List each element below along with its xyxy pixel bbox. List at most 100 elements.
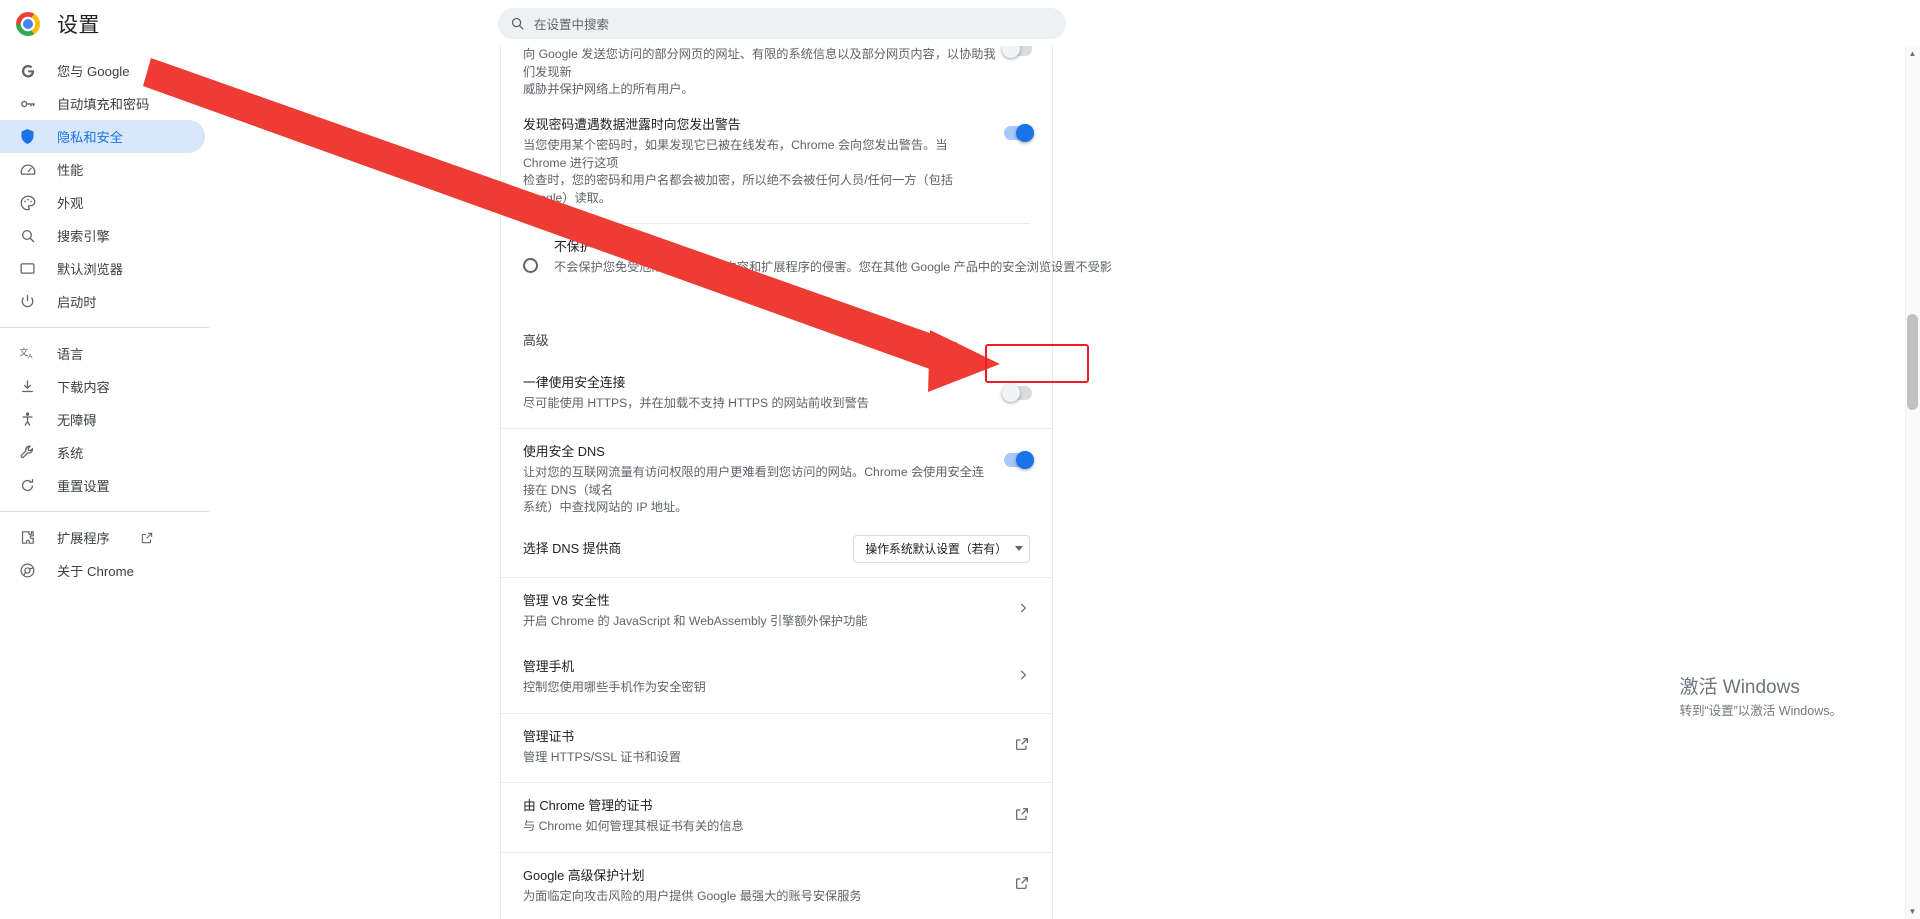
row-desc-line1: 当您使用某个密码时，如果发现它已被在线发布，Chrome 会向您发出警告。当 C… — [523, 138, 948, 170]
toggle-knob — [1002, 383, 1020, 402]
toggle-knob — [1016, 124, 1034, 142]
row-title: 不保护（不建议） — [554, 239, 657, 254]
shield-icon — [18, 127, 37, 146]
svg-text:文: 文 — [19, 346, 28, 357]
safe-browsing-toggle[interactable] — [1002, 46, 1032, 58]
open-in-new-icon — [140, 531, 154, 545]
caret-down-icon — [1015, 546, 1023, 551]
row-always-secure-connections[interactable]: 一律使用安全连接 尽可能使用 HTTPS，并在加载不支持 HTTPS 的网站前收… — [501, 360, 1052, 429]
row-desc-line2: 检查时，您的密码和用户名都会被加密，所以绝不会被任何人员/任何一方（包括 Goo… — [523, 173, 953, 205]
sidebar-item-search-engine[interactable]: 搜索引擎 — [0, 219, 209, 252]
row-manage-v8-security[interactable]: 管理 V8 安全性 开启 Chrome 的 JavaScript 和 WebAs… — [501, 578, 1052, 647]
always-secure-connections-toggle[interactable] — [1002, 383, 1032, 402]
row-manage-phones[interactable]: 管理手机 控制您使用哪些手机作为安全密钥 — [501, 646, 1052, 713]
row-chrome-managed-certificates[interactable]: 由 Chrome 管理的证书 与 Chrome 如何管理其根证书有关的信息 — [501, 783, 1052, 852]
use-secure-dns-toggle[interactable] — [1004, 451, 1034, 469]
row-title: Google 高级保护计划 — [523, 867, 645, 883]
row-manage-certificates[interactable]: 管理证书 管理 HTTPS/SSL 证书和设置 — [501, 714, 1052, 783]
sidebar-item-label: 扩展程序 — [57, 531, 110, 546]
main-content: 向 Google 发送您访问的部分网页的网址、有限的系统信息以及部分网页内容，以… — [209, 46, 1920, 919]
sidebar-item-on-startup[interactable]: 启动时 — [0, 285, 209, 318]
row-desc-line2: 威胁并保护网络上的所有用户。 — [523, 82, 694, 96]
browser-window-icon — [18, 259, 37, 278]
translate-icon: 文 A — [18, 344, 37, 363]
sidebar-item-default-browser[interactable]: 默认浏览器 — [0, 252, 209, 285]
open-in-new-icon[interactable] — [1014, 806, 1030, 827]
sidebar-item-accessibility[interactable]: 无障碍 — [0, 403, 209, 436]
row-safe-browsing-tail[interactable]: 向 Google 发送您访问的部分网页的网址、有限的系统信息以及部分网页内容，以… — [501, 46, 1052, 102]
search-icon — [510, 16, 525, 31]
open-in-new-icon[interactable] — [1014, 736, 1030, 757]
svg-text:A: A — [28, 353, 33, 360]
sidebar-item-label: 搜索引擎 — [57, 229, 110, 244]
row-desc: 控制您使用哪些手机作为安全密钥 — [523, 680, 706, 694]
row-title: 管理 V8 安全性 — [523, 592, 610, 608]
scroll-up-arrow[interactable]: ▲ — [1905, 46, 1920, 61]
row-desc-line1: 向 Google 发送您访问的部分网页的网址、有限的系统信息以及部分网页内容，以… — [523, 47, 996, 79]
row-title: 管理证书 — [523, 728, 575, 744]
sidebar-item-label: 默认浏览器 — [57, 262, 123, 277]
row-desc: 尽可能使用 HTTPS，并在加载不支持 HTTPS 的网站前收到警告 — [523, 395, 869, 410]
sidebar-item-label: 系统 — [57, 446, 84, 461]
row-use-secure-dns[interactable]: 使用安全 DNS 让对您的互联网流量有访问权限的用户更难看到您访问的网站。Chr… — [501, 429, 1052, 529]
no-protection-radio[interactable] — [523, 258, 538, 273]
power-icon — [18, 292, 37, 311]
row-advanced-protection-program[interactable]: Google 高级保护计划 为面临定向攻击风险的用户提供 Google 最强大的… — [501, 853, 1052, 919]
row-leaked-password-warning[interactable]: 发现密码遭遇数据泄露时向您发出警告 当您使用某个密码时，如果发现它已被在线发布，… — [501, 102, 1052, 223]
top-bar: 设置 在设置中搜索 — [0, 0, 1920, 46]
row-desc-line1: 让对您的互联网流量有访问权限的用户更难看到您访问的网站。Chrome 会使用安全… — [523, 465, 985, 497]
sidebar-divider-2 — [0, 511, 209, 512]
sidebar-item-extensions[interactable]: 扩展程序 — [0, 521, 209, 554]
sidebar-item-languages[interactable]: 文 A 语言 — [0, 337, 209, 370]
open-in-new-icon[interactable] — [1014, 875, 1030, 896]
restore-icon — [18, 476, 37, 495]
sidebar-item-privacy-security[interactable]: 隐私和安全 — [0, 120, 205, 153]
row-desc: 不会保护您免受危险网站、下载内容和扩展程序的侵害。您在其他 Google 产品中… — [554, 260, 1112, 274]
scroll-down-arrow[interactable]: ▼ — [1905, 904, 1920, 919]
vertical-scrollbar[interactable]: ▲ ▼ — [1905, 46, 1920, 919]
search-icon — [18, 226, 37, 245]
download-icon — [18, 377, 37, 396]
sidebar-item-autofill-passwords[interactable]: 自动填充和密码 — [0, 87, 209, 120]
scrollbar-thumb[interactable] — [1907, 314, 1918, 410]
sidebar-item-system[interactable]: 系统 — [0, 436, 209, 469]
advanced-label: 高级 — [523, 332, 549, 348]
watermark-line2: 转到“设置”以激活 Windows。 — [1679, 704, 1842, 718]
watermark-line1: 激活 Windows — [1679, 677, 1800, 698]
sidebar-item-you-and-google[interactable]: 您与 Google — [0, 54, 209, 87]
dns-provider-select[interactable]: 操作系统默认设置（若有） — [853, 534, 1030, 563]
sidebar-item-label: 启动时 — [57, 295, 97, 310]
sidebar-item-downloads[interactable]: 下载内容 — [0, 370, 209, 403]
extension-puzzle-icon — [18, 528, 37, 547]
sidebar-item-label: 外观 — [57, 196, 84, 211]
row-title: 使用安全 DNS — [523, 444, 605, 459]
sidebar-item-reset-settings[interactable]: 重置设置 — [0, 469, 209, 502]
sidebar-item-about-chrome[interactable]: 关于 Chrome — [0, 554, 209, 587]
advanced-section-header: 高级 — [501, 332, 1052, 360]
sidebar: 您与 Google 自动填充和密码 隐私和安全 性能 外观 搜索引擎 默认浏览器… — [0, 46, 209, 919]
sidebar-item-label: 您与 Google — [57, 64, 130, 79]
windows-activation-watermark: 激活 Windows 转到“设置”以激活 Windows。 — [1679, 675, 1842, 721]
sidebar-item-label: 自动填充和密码 — [57, 97, 150, 112]
sidebar-item-appearance[interactable]: 外观 — [0, 186, 209, 219]
sidebar-divider-1 — [0, 327, 209, 328]
leaked-password-toggle[interactable] — [1004, 124, 1034, 142]
row-desc: 为面临定向攻击风险的用户提供 Google 最强大的账号安保服务 — [523, 888, 862, 903]
dns-provider-selected-value: 操作系统默认设置（若有） — [865, 542, 1007, 556]
chevron-right-icon[interactable] — [1016, 601, 1030, 620]
chrome-logo-icon — [16, 12, 40, 36]
sidebar-item-label: 无障碍 — [57, 413, 97, 428]
row-no-protection[interactable]: 不保护（不建议） 不会保护您免受危险网站、下载内容和扩展程序的侵害。您在其他 G… — [501, 224, 1112, 297]
row-desc: 开启 Chrome 的 JavaScript 和 WebAssembly 引擎额… — [523, 613, 868, 628]
sidebar-item-performance[interactable]: 性能 — [0, 153, 209, 186]
row-dns-provider[interactable]: 选择 DNS 提供商 操作系统默认设置（若有） — [501, 529, 1052, 577]
row-desc-line2: 系统）中查找网站的 IP 地址。 — [523, 500, 688, 514]
toggle-knob — [1002, 46, 1020, 58]
page-title: 设置 — [57, 14, 100, 37]
accessibility-icon — [18, 410, 37, 429]
sidebar-item-label: 下载内容 — [57, 380, 110, 395]
row-desc: 与 Chrome 如何管理其根证书有关的信息 — [523, 819, 744, 833]
search-input[interactable]: 在设置中搜索 — [498, 8, 1066, 39]
wrench-icon — [18, 443, 37, 462]
chevron-right-icon[interactable] — [1016, 668, 1030, 687]
